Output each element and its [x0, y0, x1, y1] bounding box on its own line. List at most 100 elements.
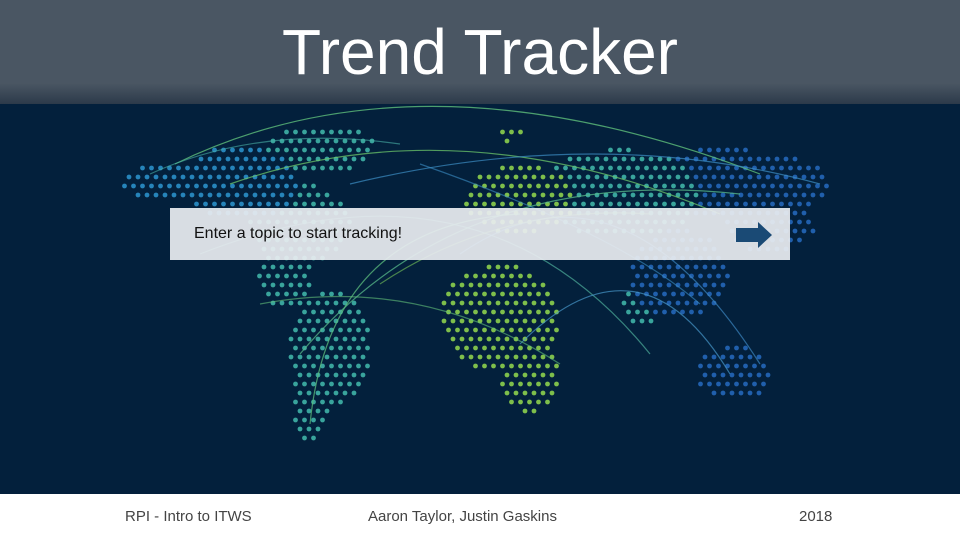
- map-dot: [275, 147, 280, 153]
- map-dot: [738, 174, 744, 180]
- map-dot: [486, 174, 492, 180]
- map-dot: [185, 183, 190, 189]
- map-dot: [131, 183, 136, 189]
- map-dot: [482, 327, 487, 333]
- map-dot: [608, 147, 613, 153]
- map-dot: [644, 165, 649, 171]
- map-dot: [711, 192, 717, 198]
- map-dot: [351, 336, 357, 342]
- map-dot: [698, 183, 703, 189]
- map-dot: [792, 228, 798, 234]
- map-dot: [257, 183, 262, 189]
- map-dot: [747, 192, 753, 198]
- map-dot: [306, 300, 312, 306]
- map-dot: [297, 318, 303, 324]
- map-dot: [599, 165, 604, 171]
- map-dot: [500, 273, 505, 279]
- map-dot: [473, 291, 478, 297]
- map-dot: [671, 165, 676, 171]
- map-dot: [266, 201, 271, 207]
- map-dot: [266, 147, 271, 153]
- map-dot: [500, 201, 505, 207]
- map-dot: [275, 183, 280, 189]
- map-dot: [527, 309, 532, 315]
- map-dot: [702, 192, 708, 198]
- search-bar: [170, 208, 790, 260]
- map-dot: [464, 201, 469, 207]
- map-dot: [653, 165, 658, 171]
- map-dot: [252, 156, 258, 162]
- map-dot: [504, 174, 510, 180]
- map-dot: [302, 363, 307, 369]
- map-dot: [540, 282, 546, 288]
- map-dot: [527, 183, 532, 189]
- map-dot: [684, 282, 690, 288]
- map-dot: [639, 282, 645, 288]
- map-dot: [702, 264, 708, 270]
- map-dot: [680, 201, 685, 207]
- map-dot: [288, 174, 294, 180]
- map-dot: [653, 291, 658, 297]
- map-dot: [464, 327, 469, 333]
- submit-button[interactable]: [734, 220, 774, 250]
- map-dot: [266, 291, 271, 297]
- map-dot: [221, 201, 226, 207]
- map-dot: [495, 282, 501, 288]
- map-dot: [342, 336, 348, 342]
- map-dot: [711, 354, 717, 360]
- map-dot: [693, 264, 699, 270]
- map-dot: [545, 363, 550, 369]
- map-dot: [140, 165, 145, 171]
- map-dot: [329, 309, 334, 315]
- map-dot: [630, 174, 636, 180]
- map-dot: [563, 165, 568, 171]
- map-dot: [320, 309, 325, 315]
- map-dot: [297, 408, 303, 414]
- map-dot: [270, 156, 276, 162]
- map-dot: [329, 201, 334, 207]
- map-dot: [747, 174, 753, 180]
- map-dot: [207, 192, 213, 198]
- map-dot: [630, 156, 636, 162]
- map-dot: [162, 192, 168, 198]
- map-dot: [311, 129, 316, 135]
- map-dot: [275, 273, 280, 279]
- map-dot: [360, 318, 366, 324]
- map-dot: [554, 363, 559, 369]
- map-dot: [711, 282, 717, 288]
- map-dot: [360, 354, 366, 360]
- map-dot: [711, 372, 717, 378]
- topic-search-input[interactable]: [194, 222, 734, 246]
- map-dot: [765, 156, 771, 162]
- map-dot: [797, 237, 802, 243]
- map-dot: [248, 183, 253, 189]
- map-dot: [801, 228, 807, 234]
- map-dot: [297, 336, 303, 342]
- map-dot: [806, 183, 811, 189]
- map-dot: [630, 300, 636, 306]
- map-dot: [464, 309, 469, 315]
- map-dot: [702, 372, 708, 378]
- map-dot: [162, 174, 168, 180]
- map-dot: [464, 273, 469, 279]
- map-dot: [527, 327, 532, 333]
- map-dot: [635, 165, 640, 171]
- map-dot: [176, 165, 181, 171]
- map-dot: [549, 372, 555, 378]
- map-dot: [716, 165, 721, 171]
- map-dot: [635, 273, 640, 279]
- map-dot: [738, 192, 744, 198]
- map-dot: [221, 165, 226, 171]
- map-dot: [509, 345, 514, 351]
- map-dot: [720, 282, 726, 288]
- map-dot: [725, 183, 730, 189]
- map-dot: [779, 201, 784, 207]
- map-dot: [518, 291, 523, 297]
- map-dot: [680, 291, 685, 297]
- map-dot: [297, 264, 303, 270]
- map-dot: [761, 381, 766, 387]
- map-dot: [743, 183, 748, 189]
- map-dot: [360, 156, 366, 162]
- map-dot: [536, 183, 541, 189]
- map-dot: [306, 390, 312, 396]
